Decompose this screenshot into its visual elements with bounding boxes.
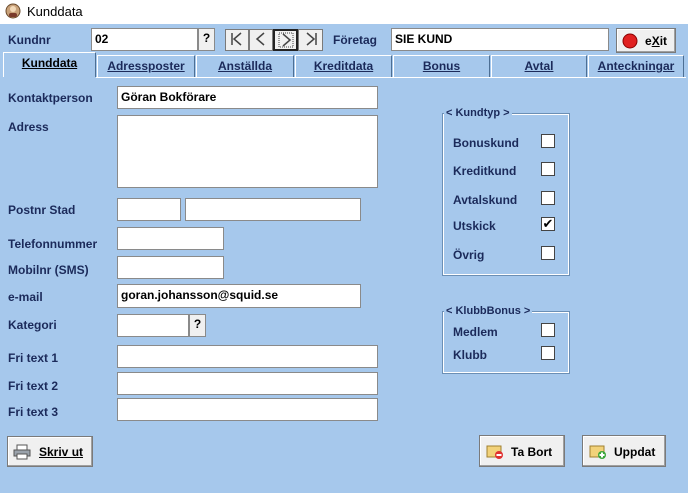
tab-kreditdata[interactable]: Kreditdata [295, 55, 392, 77]
update-button[interactable]: Uppdat [582, 435, 666, 467]
kundnr-label: Kundnr [8, 33, 51, 47]
fritext1-label: Fri text 1 [8, 351, 59, 365]
fritext1-field[interactable] [117, 345, 378, 368]
mobilnr-label: Mobilnr (SMS) [8, 263, 89, 277]
telefonnummer-field[interactable] [117, 227, 224, 250]
previous-record-icon [255, 32, 265, 46]
title-bar: Kunddata [0, 0, 688, 24]
tab-avtal[interactable]: Avtal [491, 55, 587, 77]
exit-label: eXit [645, 34, 668, 48]
exit-button[interactable]: eXit [616, 28, 676, 53]
email-field[interactable]: goran.johansson@squid.se [117, 284, 361, 308]
fritext2-field[interactable] [117, 372, 378, 395]
medlem-checkbox[interactable] [541, 323, 555, 337]
delete-button[interactable]: Ta Bort [479, 435, 565, 467]
email-label: e-mail [8, 290, 43, 304]
next-record-icon [278, 32, 293, 48]
kategori-lookup-button[interactable]: ? [189, 314, 206, 337]
first-record-button[interactable] [225, 29, 249, 51]
fritext3-label: Fri text 3 [8, 405, 59, 419]
bonuskund-label: Bonuskund [453, 136, 519, 150]
last-record-button[interactable] [298, 29, 323, 51]
kundtyp-title: < Kundtyp > [444, 107, 512, 119]
tab-bonus[interactable]: Bonus [393, 55, 490, 77]
print-button[interactable]: Skriv ut [7, 436, 93, 467]
delete-label: Ta Bort [511, 445, 553, 459]
tab-strip-divider [96, 77, 686, 78]
first-record-icon [231, 32, 242, 46]
stad-field[interactable] [185, 198, 361, 221]
foretag-field[interactable]: SIE KUND [391, 28, 609, 51]
postnr-stad-label: Postnr Stad [8, 203, 76, 217]
klubbbonus-group [442, 311, 570, 374]
kreditkund-checkbox[interactable] [541, 162, 555, 176]
adress-label: Adress [8, 120, 49, 134]
utskick-label: Utskick [453, 219, 496, 233]
fritext2-label: Fri text 2 [8, 379, 59, 393]
printer-icon [13, 444, 31, 460]
kundnr-field[interactable]: 02 [91, 28, 198, 51]
last-record-icon [306, 32, 317, 46]
mobilnr-field[interactable] [117, 256, 224, 279]
avtalskund-checkbox[interactable] [541, 191, 555, 205]
delete-record-icon [486, 445, 503, 459]
print-label: Skriv ut [39, 445, 84, 459]
kategori-field[interactable] [117, 314, 189, 337]
tab-adressposter[interactable]: Adressposter [97, 55, 195, 77]
tab-anteckningar[interactable]: Anteckningar [588, 55, 684, 77]
kundnr-lookup-button[interactable]: ? [198, 28, 215, 51]
postnr-field[interactable] [117, 198, 181, 221]
app-icon [5, 3, 21, 19]
tab-anstallda[interactable]: Anställda [196, 55, 294, 77]
avtalskund-label: Avtalskund [453, 193, 518, 207]
foretag-label: Företag [333, 33, 378, 47]
kontaktperson-field[interactable]: Göran Bokförare [117, 86, 378, 109]
telefonnummer-label: Telefonnummer [8, 237, 98, 251]
kategori-label: Kategori [8, 318, 57, 332]
utskick-checkbox[interactable]: ✔ [541, 217, 555, 231]
window-title: Kunddata [27, 4, 83, 19]
medlem-label: Medlem [453, 325, 498, 339]
update-record-icon [589, 445, 606, 459]
previous-record-button[interactable] [249, 29, 273, 51]
next-record-button[interactable] [273, 29, 298, 51]
klubb-label: Klubb [453, 348, 487, 362]
klubbbonus-title: < KlubbBonus > [444, 305, 533, 317]
ovrig-label: Övrig [453, 248, 485, 262]
klubb-checkbox[interactable] [541, 346, 555, 360]
ovrig-checkbox[interactable] [541, 246, 555, 260]
stop-icon [622, 33, 638, 49]
fritext3-field[interactable] [117, 398, 378, 421]
kreditkund-label: Kreditkund [453, 164, 517, 178]
kontaktperson-label: Kontaktperson [8, 91, 93, 105]
update-label: Uppdat [614, 445, 656, 459]
bonuskund-checkbox[interactable] [541, 134, 555, 148]
tab-kunddata[interactable]: Kunddata [3, 52, 96, 77]
adress-field[interactable] [117, 115, 378, 188]
